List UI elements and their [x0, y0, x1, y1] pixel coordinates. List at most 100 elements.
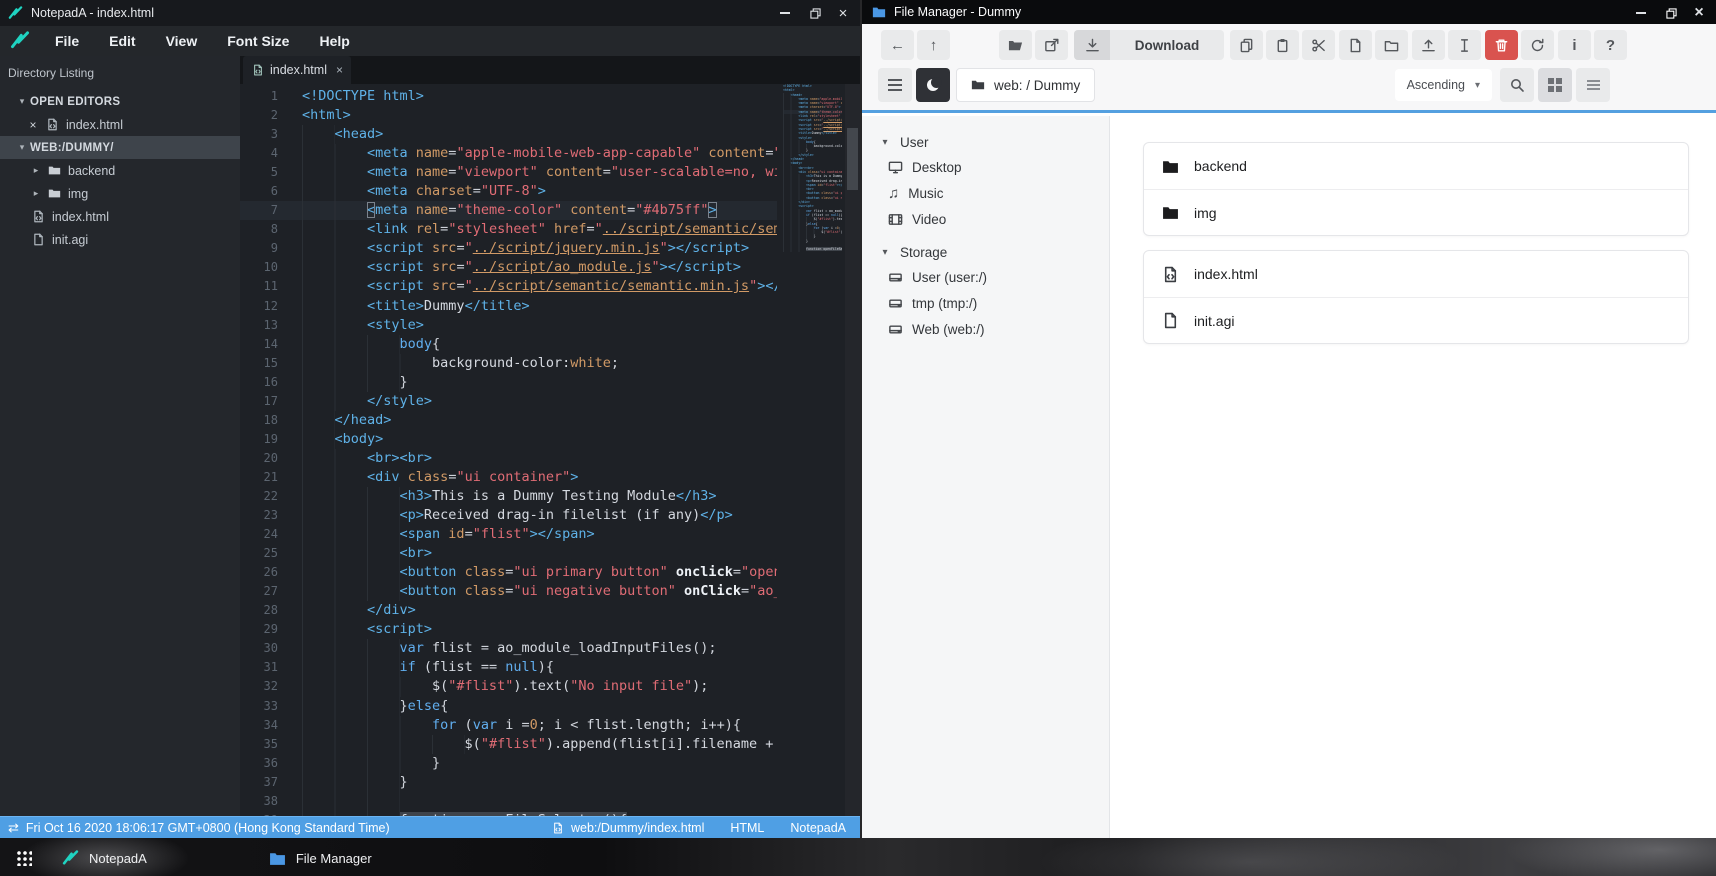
taskbar-item-file-manager[interactable]: File Manager [269, 850, 372, 867]
code-line-27[interactable]: 27 <button class = "ui negative button" onC… [240, 582, 777, 602]
code-line-36[interactable]: 36} [240, 753, 777, 773]
code-line-7[interactable]: 7 <meta name="theme-color" content="#4b75… [240, 201, 777, 221]
menu-item-file[interactable]: File [40, 26, 94, 56]
code-line-29[interactable]: 29 <script> [240, 620, 777, 640]
new-folder-button[interactable] [1375, 30, 1408, 60]
code-line-28[interactable]: 28 </div> [240, 601, 777, 621]
status-language[interactable]: HTML [730, 821, 764, 835]
help-button[interactable]: ? [1594, 30, 1627, 60]
code-line-13[interactable]: 13 <style> [240, 315, 777, 335]
menu-item-help[interactable]: Help [304, 26, 364, 56]
file-row-img[interactable]: img [1144, 189, 1688, 235]
code-line-20[interactable]: 20 <br><br> [240, 448, 777, 468]
sidebar-item-video[interactable]: Video [862, 206, 1109, 232]
copy-button[interactable] [1230, 30, 1263, 60]
back-arrow-button[interactable]: ← [881, 30, 914, 60]
hamburger-menu-button[interactable] [878, 68, 912, 102]
new-file-button[interactable] [1339, 30, 1372, 60]
close-icon[interactable]: × [26, 118, 40, 132]
code-line-22[interactable]: 22 <h3>This is a Dummy Testing Module</h3… [240, 486, 777, 507]
dark-mode-toggle[interactable] [916, 68, 950, 102]
notepada-titlebar[interactable]: NotepadA - index.html × [0, 0, 860, 26]
code-line-12[interactable]: 12 <title>Dummy</title> [240, 296, 777, 316]
restore-button[interactable] [1658, 0, 1684, 26]
sidebar-item-backend[interactable]: ▸ backend [0, 159, 240, 182]
menu-item-edit[interactable]: Edit [94, 26, 150, 56]
code-line-8[interactable]: 8 <link rel="stylesheet" href="../script/… [240, 220, 777, 240]
sidebar-item-user-user-[interactable]: User (user:/) [862, 264, 1109, 290]
rename-ibeam-button[interactable] [1448, 30, 1481, 60]
minimize-button[interactable] [772, 0, 798, 26]
code-line-21[interactable]: 21 <div class="ui container"> [240, 467, 777, 487]
code-line-26[interactable]: 26 <button class = "ui primary button" oncl… [240, 563, 777, 583]
code-line-11[interactable]: 11 <script src="../script/semantic/semant… [240, 277, 777, 297]
grid-view-button[interactable] [1538, 68, 1572, 102]
file-row-index-html[interactable]: index.html [1144, 251, 1688, 297]
open-folder-button[interactable] [999, 30, 1032, 60]
info-button[interactable]: i [1558, 30, 1591, 60]
code-line-30[interactable]: 30 var flist = ao_module_loadInputFiles()… [240, 639, 777, 659]
code-line-19[interactable]: 19 <body> [240, 429, 777, 449]
code-line-10[interactable]: 10 <script src="../script/ao_module.js"><… [240, 258, 777, 278]
code-line-5[interactable]: 5 <meta name="viewport" content="user-sca… [240, 163, 777, 183]
search-button[interactable] [1500, 68, 1534, 102]
code-line-25[interactable]: 25 <br> [240, 544, 777, 564]
code-line-34[interactable]: 34 for (var i =0; i < flist.length; i++){ [240, 715, 777, 735]
upload-button[interactable] [1412, 30, 1445, 60]
open-editor-item[interactable]: × index.html [0, 113, 240, 136]
code-line-31[interactable]: 31 if (flist == null){ [240, 658, 777, 678]
sidebar-item-img[interactable]: ▸ img [0, 182, 240, 205]
code-line-35[interactable]: 35 $("#flist").append(flist[i].filename +… [240, 734, 777, 754]
tab-index-html[interactable]: index.html × [243, 56, 351, 84]
sidebar-item-music[interactable]: ♫ Music [862, 180, 1109, 206]
list-view-button[interactable] [1576, 68, 1610, 102]
sidebar-section-open-editors[interactable]: ▾ OPEN EDITORS [0, 90, 240, 113]
minimap[interactable]: 1<!DOCTYPE html>2<html>3<head>4<meta nam… [783, 84, 842, 816]
close-icon[interactable]: × [830, 0, 856, 26]
file-row-init-agi[interactable]: init.agi [1144, 297, 1688, 343]
file-row-backend[interactable]: backend [1144, 143, 1688, 189]
code-line-1[interactable]: 1 <!DOCTYPE html> [240, 87, 777, 106]
paste-button[interactable] [1266, 30, 1299, 60]
code-editor[interactable]: 1 <!DOCTYPE html> 2 <html> 3 <head> 4 <meta nam… [240, 84, 860, 816]
scrollbar-thumb[interactable] [847, 128, 858, 190]
menu-item-view[interactable]: View [151, 26, 213, 56]
tab-close-icon[interactable]: × [336, 63, 343, 77]
minimize-button[interactable] [1628, 0, 1654, 26]
code-line-15[interactable]: 15 background-color:white; [240, 353, 777, 373]
code-line-18[interactable]: 18 </head> [240, 410, 777, 430]
code-line-37[interactable]: 37} [240, 772, 777, 792]
code-line-17[interactable]: 17 </style> [240, 391, 777, 411]
code-line-23[interactable]: 23 <p>Received drag-in filelist (if any)<… [240, 506, 777, 526]
code-line-9[interactable]: 9 <script src="../script/jquery.min.js"><… [240, 239, 777, 259]
sidebar-item-desktop[interactable]: Desktop [862, 154, 1109, 180]
menu-item-font-size[interactable]: Font Size [212, 26, 304, 56]
taskbar-item-notepada[interactable]: NotepadA [62, 849, 147, 867]
code-line-4[interactable]: 4 <meta name="apple-mobile-web-app-capabl… [240, 144, 777, 164]
external-link-button[interactable] [1035, 30, 1068, 60]
code-area[interactable]: 1 <!DOCTYPE html> 2 <html> 3 <head> 4 <meta nam… [240, 87, 777, 816]
cut-button[interactable] [1302, 30, 1335, 60]
code-line-2[interactable]: 2 <html> [240, 106, 777, 125]
status-file-path[interactable]: web:/Dummy/index.html [571, 821, 704, 835]
code-line-33[interactable]: 33}else{ [240, 696, 777, 716]
sidebar-item-web-web-[interactable]: Web (web:/) [862, 316, 1109, 342]
restore-button[interactable] [802, 0, 828, 26]
app-grid-icon[interactable] [16, 850, 32, 866]
sidebar-item-tmp-tmp-[interactable]: tmp (tmp:/) [862, 290, 1109, 316]
code-line-32[interactable]: 32 $("#flist").text("No input file"); [240, 677, 777, 697]
code-line-6[interactable]: 6 <meta charset="UTF-8"> [240, 182, 777, 202]
sidebar-item-index-html[interactable]: index.html [0, 205, 240, 228]
close-icon[interactable]: × [1686, 0, 1712, 26]
sort-order-dropdown[interactable]: Ascending ▾ [1394, 69, 1492, 101]
sidebar-section-user[interactable]: ▾ User [862, 130, 1109, 154]
file-manager-titlebar[interactable]: File Manager - Dummy × [862, 0, 1716, 24]
sidebar-item-init-agi[interactable]: init.agi [0, 228, 240, 251]
code-line-14[interactable]: 14 body{ [240, 334, 777, 354]
trash-button[interactable] [1485, 30, 1518, 60]
editor-scrollbar[interactable] [845, 84, 860, 816]
code-line-16[interactable]: 16} [240, 372, 777, 392]
code-line-24[interactable]: 24 <span id="flist"></span> [240, 525, 777, 545]
sidebar-workspace-root[interactable]: ▾ WEB:/DUMMY/ [0, 136, 240, 159]
breadcrumb[interactable]: web: / Dummy [956, 68, 1096, 102]
